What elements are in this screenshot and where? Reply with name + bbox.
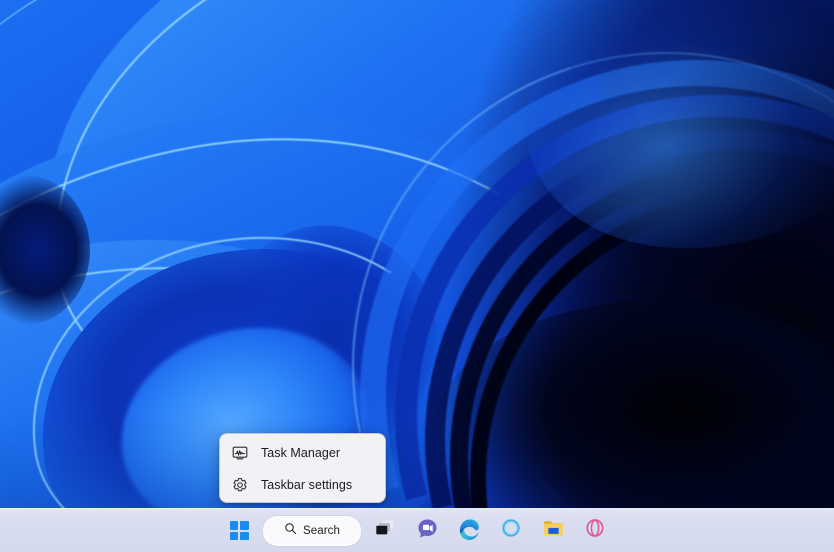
task-manager-icon [231,444,249,462]
menu-item-label: Task Manager [261,446,341,460]
menu-item-task-manager[interactable]: Task Manager [223,437,382,469]
desktop-screen: Task Manager Taskbar settings Search [0,0,834,552]
copilot-button[interactable] [493,513,529,549]
taskbar: Search [0,508,834,552]
desktop-wallpaper [0,0,834,552]
search-input[interactable]: Search [263,515,361,546]
search-icon [284,522,297,540]
edge-icon [457,516,481,545]
start-button[interactable] [221,513,257,549]
taskbar-context-menu: Task Manager Taskbar settings [219,433,386,503]
search-label: Search [302,524,341,537]
taskbar-center-group: Search [0,509,834,552]
task-view-button[interactable] [367,513,403,549]
chat-icon [416,517,439,545]
edge-button[interactable] [451,513,487,549]
task-view-icon [374,517,396,544]
opera-icon [584,517,606,544]
menu-item-label: Taskbar settings [261,478,353,492]
file-explorer-button[interactable] [535,513,571,549]
menu-item-taskbar-settings[interactable]: Taskbar settings [223,469,382,501]
opera-button[interactable] [577,513,613,549]
gear-icon [231,476,249,494]
copilot-icon [500,517,522,544]
chat-button[interactable] [409,513,445,549]
windows-logo-icon [229,521,249,540]
folder-icon [542,517,565,545]
